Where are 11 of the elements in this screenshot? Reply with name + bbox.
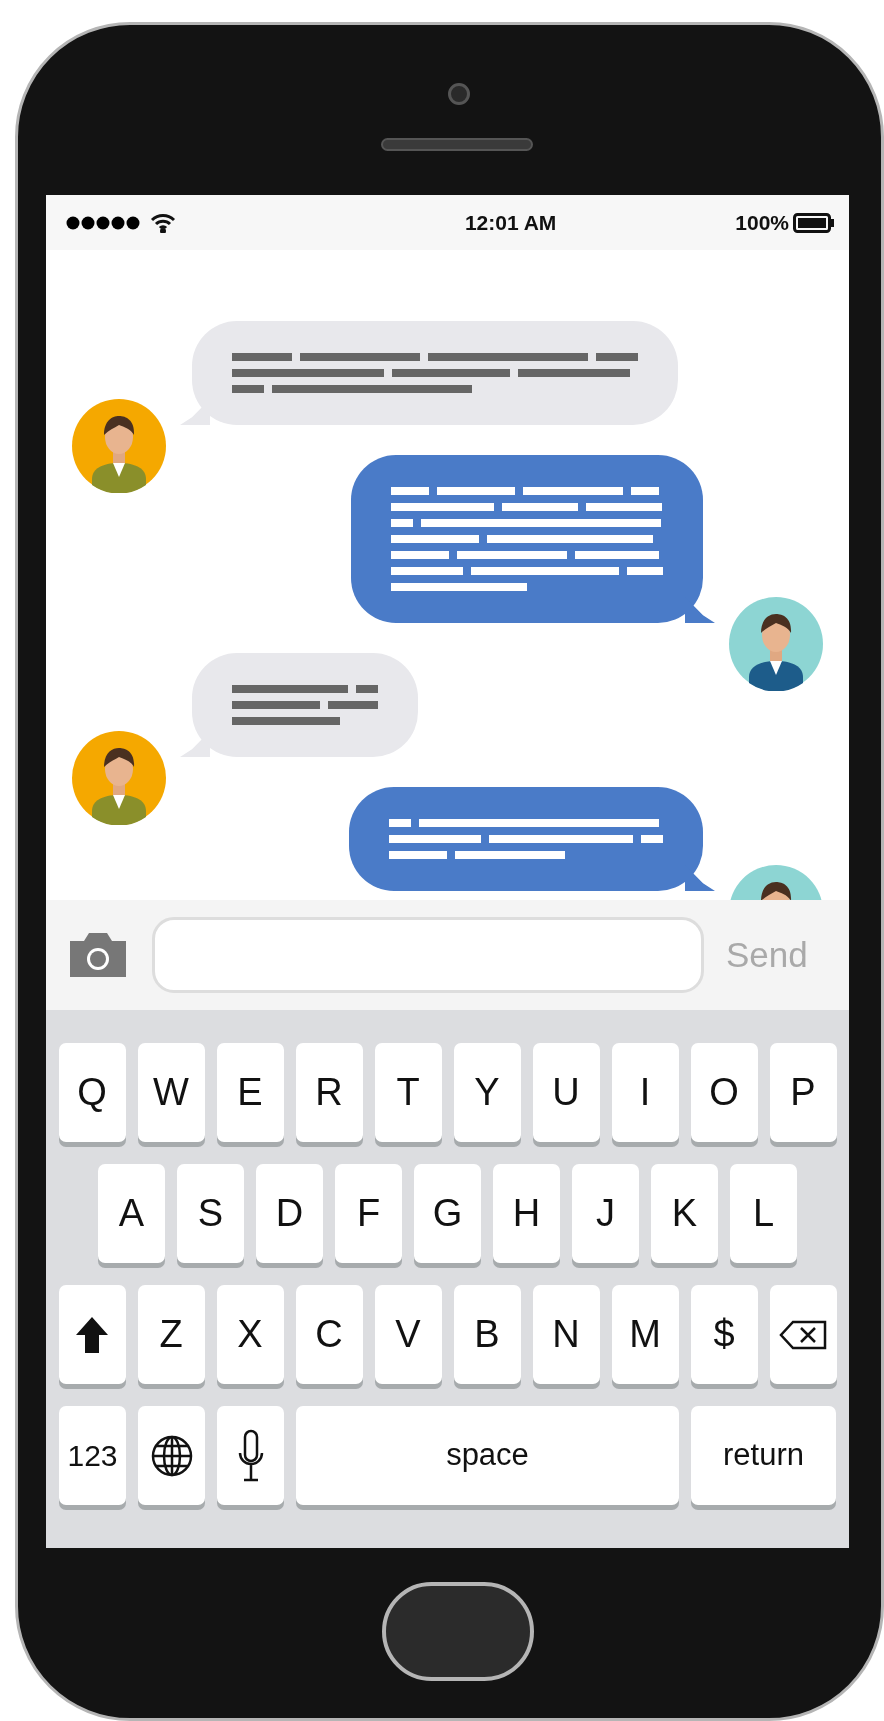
signal-dots-icon: [66, 215, 142, 230]
camera-lens: [448, 83, 470, 105]
microphone-icon: [237, 1428, 264, 1483]
wifi-icon: [150, 212, 176, 233]
battery-percent: 100%: [735, 209, 789, 236]
message-input-field[interactable]: [152, 917, 704, 993]
battery-icon: [793, 212, 835, 233]
globe-icon: [150, 1434, 193, 1477]
backspace-icon: [779, 1319, 827, 1350]
shift-icon: [75, 1315, 109, 1354]
status-time: 12:01 AM: [464, 209, 557, 236]
